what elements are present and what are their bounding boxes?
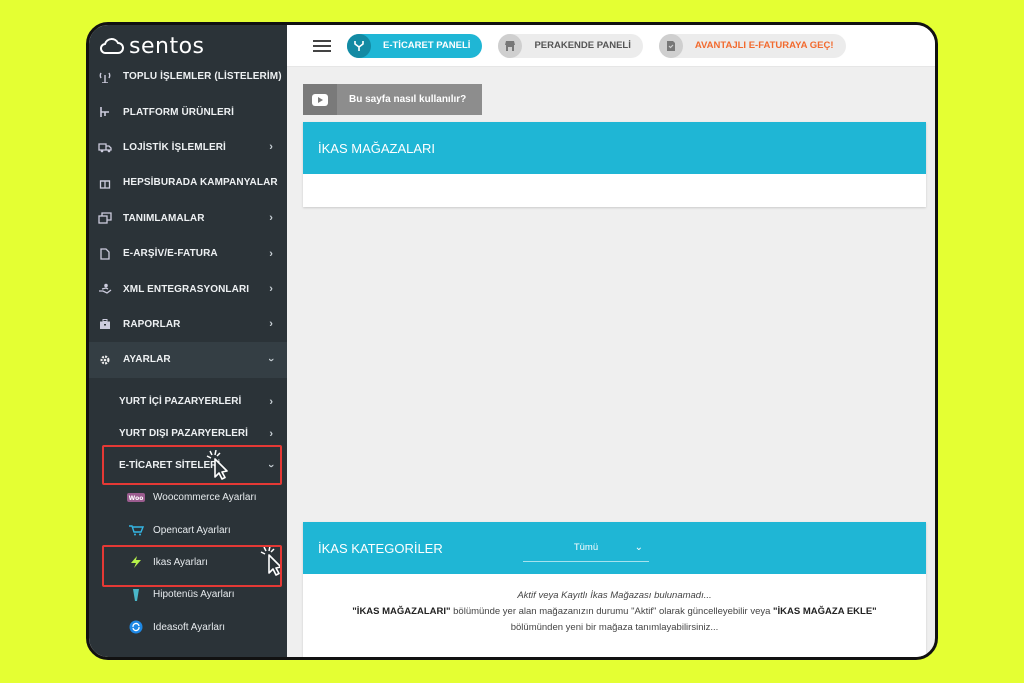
chevron-right-icon: › [269,141,273,154]
brand-name: sentos [129,33,205,59]
empty-line-1: Aktif veya Kayıtlı İkas Mağazası bulunam… [517,590,712,601]
highlight-ikas [102,545,282,587]
sidebar-sub-label: YURT İÇİ PAZARYERLERİ [119,396,242,408]
chevron-right-icon: › [269,427,273,440]
tab-label: AVANTAJLI E-FATURAYA GEÇ! [694,40,834,51]
cart-icon [127,523,145,537]
sidebar-item-label: PLATFORM ÜRÜNLERİ [123,106,234,118]
sidebar-item-bulk[interactable]: TOPLU İŞLEMLER (LİSTELERİM) [89,59,287,94]
sidebar: sentos TOPLU İŞLEMLER (LİSTELERİM) PLATF… [89,25,287,657]
sidebar-leaf-ideasoft[interactable]: Ideasoft Ayarları [89,611,287,643]
sidebar-item-reports[interactable]: RAPORLAR › [89,307,287,342]
sidebar-item-label: HEPSİBURADA KAMPANYALAR [123,177,278,189]
sidebar-item-xml[interactable]: XML ENTEGRASYONLARI › [89,271,287,306]
tab-e-invoice-promo[interactable]: AVANTAJLI E-FATURAYA GEÇ! [658,33,846,58]
tab-label: E-TİCARET PANELİ [383,40,471,51]
categories-panel: İKAS KATEGORİLER Tümü ⌄ Aktif veya Kayıt… [303,522,926,657]
sidebar-item-label: RAPORLAR [123,318,181,330]
sidebar-item-label: TANIMLAMALAR [123,212,205,224]
briefcase-icon [97,317,113,331]
sidebar-item-settings[interactable]: AYARLAR › [89,342,287,378]
chevron-right-icon: › [269,212,273,225]
empty-mid: bölümünde yer alan mağazanızın durumu "A… [450,606,774,617]
sidebar-leaf-label: Hipotenüs Ayarları [153,589,235,601]
tab-label: PERAKENDE PANELİ [534,40,631,51]
tab-ecommerce-panel[interactable]: E-TİCARET PANELİ [347,33,483,58]
windows-icon [97,211,113,225]
invoice-icon [658,33,683,58]
sidebar-item-label: LOJİSTİK İŞLEMLERİ [123,141,226,153]
refresh-circle-icon [127,620,145,634]
categories-panel-header: İKAS KATEGORİLER Tümü ⌄ [303,522,926,574]
app-window: sentos TOPLU İŞLEMLER (LİSTELERİM) PLATF… [86,22,938,660]
svg-text:Woo: Woo [129,495,144,502]
hand-icon [97,282,113,296]
sidebar-item-hepsiburada[interactable]: HEPSİBURADA KAMPANYALAR [89,165,287,200]
help-video-button[interactable]: Bu sayfa nasıl kullanılır? [303,84,482,115]
hamburger-icon[interactable] [313,39,331,52]
help-button-label: Bu sayfa nasıl kullanılır? [349,94,467,105]
sidebar-item-label: XML ENTEGRASYONLARI [123,283,250,295]
sidebar-leaf-label: Woocommerce Ayarları [153,492,257,504]
sidebar-item-logistics[interactable]: LOJİSTİK İŞLEMLERİ › [89,130,287,165]
chevron-right-icon: › [269,247,273,260]
chevron-down-icon: › [265,357,278,362]
chevron-right-icon: › [269,283,273,296]
sidebar-item-label: AYARLAR [123,354,171,366]
store-icon [498,33,523,58]
empty-strong-2: "İKAS MAĞAZA EKLE" [773,606,877,617]
sidebar-sub-label: YURT DIŞI PAZARYERLERİ [119,428,248,440]
sidebar-leaf-label: Ideasoft Ayarları [153,621,226,633]
chevron-down-icon: ⌄ [634,542,643,553]
empty-line-2: "İKAS MAĞAZALARI" bölümünde yer alan mağ… [303,604,926,620]
sidebar-item-platform-products[interactable]: PLATFORM ÜRÜNLERİ [89,94,287,129]
sidebar-item-label: E-ARŞİV/E-FATURA [123,248,218,260]
sidebar-item-label: TOPLU İŞLEMLER (LİSTELERİM) [123,71,282,83]
empty-strong-1: "İKAS MAĞAZALARI" [352,606,451,617]
document-icon [97,247,113,261]
gift-icon [97,176,113,190]
stores-panel: İKAS MAĞAZALARI [303,122,926,207]
category-filter-select[interactable]: Tümü ⌄ [523,534,649,562]
highlight-ecommerce [102,445,282,485]
top-bar: E-TİCARET PANELİ PERAKENDE PANELİ AVANTA… [287,25,935,67]
antenna-icon [97,70,113,84]
cloud-icon [99,38,124,54]
category-filter-value: Tümü [573,542,599,553]
sidebar-leaf-woocommerce[interactable]: Woo Woocommerce Ayarları [89,482,287,514]
stores-panel-title: İKAS MAĞAZALARI [303,122,926,174]
main-content: Bu sayfa nasıl kullanılır? İKAS MAĞAZALA… [287,67,935,657]
sidebar-leaf-label: Opencart Ayarları [153,524,231,536]
sidebar-leaf-opencart[interactable]: Opencart Ayarları [89,514,287,546]
hierarchy-icon [97,105,113,119]
fork-icon [347,33,371,58]
empty-state-message: Aktif veya Kayıtlı İkas Mağazası bulunam… [303,574,926,636]
empty-line-3: bölümünden yeni bir mağaza tanımlayabili… [510,622,719,633]
sidebar-item-definitions[interactable]: TANIMLAMALAR › [89,201,287,236]
woo-icon: Woo [127,491,145,505]
crystal-icon [127,588,145,602]
sidebar-sub-domestic[interactable]: YURT İÇİ PAZARYERLERİ › [89,386,287,418]
gear-icon [97,353,113,367]
sidebar-item-e-invoice[interactable]: E-ARŞİV/E-FATURA › [89,236,287,271]
categories-panel-title: İKAS KATEGORİLER [318,540,443,556]
truck-icon [97,140,113,154]
chevron-right-icon: › [269,318,273,331]
chevron-right-icon: › [269,395,273,408]
youtube-icon [303,84,337,115]
tab-retail-panel[interactable]: PERAKENDE PANELİ [498,33,643,58]
